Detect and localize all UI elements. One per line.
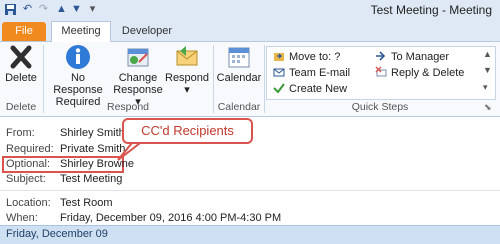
callout-box: CC'd Recipients xyxy=(122,118,253,144)
quick-step-create-new[interactable]: Create New xyxy=(273,82,347,95)
no-response-required-button[interactable]: No Response Required xyxy=(46,44,110,108)
when-value: Friday, December 09, 2016 4:00 PM-4:30 P… xyxy=(60,212,282,224)
calendar-button[interactable]: Calendar xyxy=(216,44,262,84)
respond-label: Respond xyxy=(165,72,210,84)
respond-button[interactable]: Respond ▾ xyxy=(165,44,209,96)
group-separator xyxy=(43,45,44,113)
info-icon xyxy=(65,44,91,70)
change-response-icon xyxy=(125,44,151,70)
redo-icon[interactable]: ↷ xyxy=(37,3,50,16)
gallery-scroll-down-icon[interactable]: ▼ xyxy=(483,65,492,75)
title-bar: ↶ ↷ ▲ ▼ ▾ Test Meeting - Meeting xyxy=(0,0,500,21)
delete-label: Delete xyxy=(5,72,37,84)
ribbon-tabs: File Meeting Developer xyxy=(0,20,500,43)
ribbon: Delete Delete No Response Required Chang… xyxy=(0,42,500,117)
quick-step-to-manager[interactable]: To Manager xyxy=(375,50,449,63)
checkmark-icon xyxy=(273,82,285,94)
respond-dropdown-arrow: ▾ xyxy=(184,84,190,96)
folder-arrow-icon xyxy=(273,50,285,62)
tab-developer[interactable]: Developer xyxy=(114,22,180,41)
group-label-delete: Delete xyxy=(5,101,37,113)
change-label-1: Change xyxy=(118,72,158,84)
customize-icon[interactable]: ▾ xyxy=(86,3,99,16)
calendar-icon xyxy=(226,44,252,70)
tab-file[interactable]: File xyxy=(2,22,46,41)
tab-meeting[interactable]: Meeting xyxy=(51,21,111,43)
gallery-more-icon[interactable]: ▾ xyxy=(483,82,488,93)
when-label: When: xyxy=(6,212,38,224)
header-divider xyxy=(0,190,500,191)
delete-button[interactable]: Delete xyxy=(2,44,40,84)
optional-label: Optional: xyxy=(6,158,51,170)
day-bar: Friday, December 09 xyxy=(0,225,500,244)
quick-step-move-to[interactable]: Move to: ? xyxy=(273,50,340,63)
subject-label: Subject: xyxy=(6,173,46,185)
group-label-quick-steps: Quick Steps xyxy=(351,101,409,113)
calendar-label: Calendar xyxy=(216,72,262,84)
subject-value: Test Meeting xyxy=(60,173,123,185)
group-label-respond: Respond xyxy=(106,101,150,113)
save-icon[interactable] xyxy=(4,3,17,16)
quick-step-reply-delete[interactable]: Reply & Delete xyxy=(375,66,464,79)
team-email-icon xyxy=(273,66,285,78)
reply-delete-icon xyxy=(375,66,387,78)
group-label-calendar: Calendar xyxy=(217,101,261,113)
forward-arrow-icon xyxy=(375,50,387,62)
gallery-scroll-up-icon[interactable]: ▲ xyxy=(483,49,492,59)
location-value: Test Room xyxy=(60,197,113,209)
down-arrow-icon[interactable]: ▼ xyxy=(70,3,83,16)
required-label: Required: xyxy=(6,143,54,155)
window-title: Test Meeting - Meeting xyxy=(370,3,492,17)
undo-icon[interactable]: ↶ xyxy=(21,3,34,16)
dialog-launcher-icon[interactable]: ⬊ xyxy=(484,102,492,113)
up-arrow-icon[interactable]: ▲ xyxy=(55,3,68,16)
quick-steps-gallery: Move to: ? Team E-mail Create New To Man… xyxy=(266,46,496,100)
change-response-button[interactable]: Change Response ▾ xyxy=(113,44,163,108)
from-label: From: xyxy=(6,127,35,139)
day-bar-text: Friday, December 09 xyxy=(6,228,108,240)
respond-envelope-icon xyxy=(174,44,200,70)
delete-x-icon xyxy=(8,44,34,70)
no-response-label-1: No Response xyxy=(53,72,103,96)
quick-step-team-email[interactable]: Team E-mail xyxy=(273,66,350,79)
callout-text: CC'd Recipients xyxy=(141,123,234,138)
location-label: Location: xyxy=(6,197,51,209)
group-separator xyxy=(213,45,214,113)
group-separator xyxy=(264,45,265,113)
